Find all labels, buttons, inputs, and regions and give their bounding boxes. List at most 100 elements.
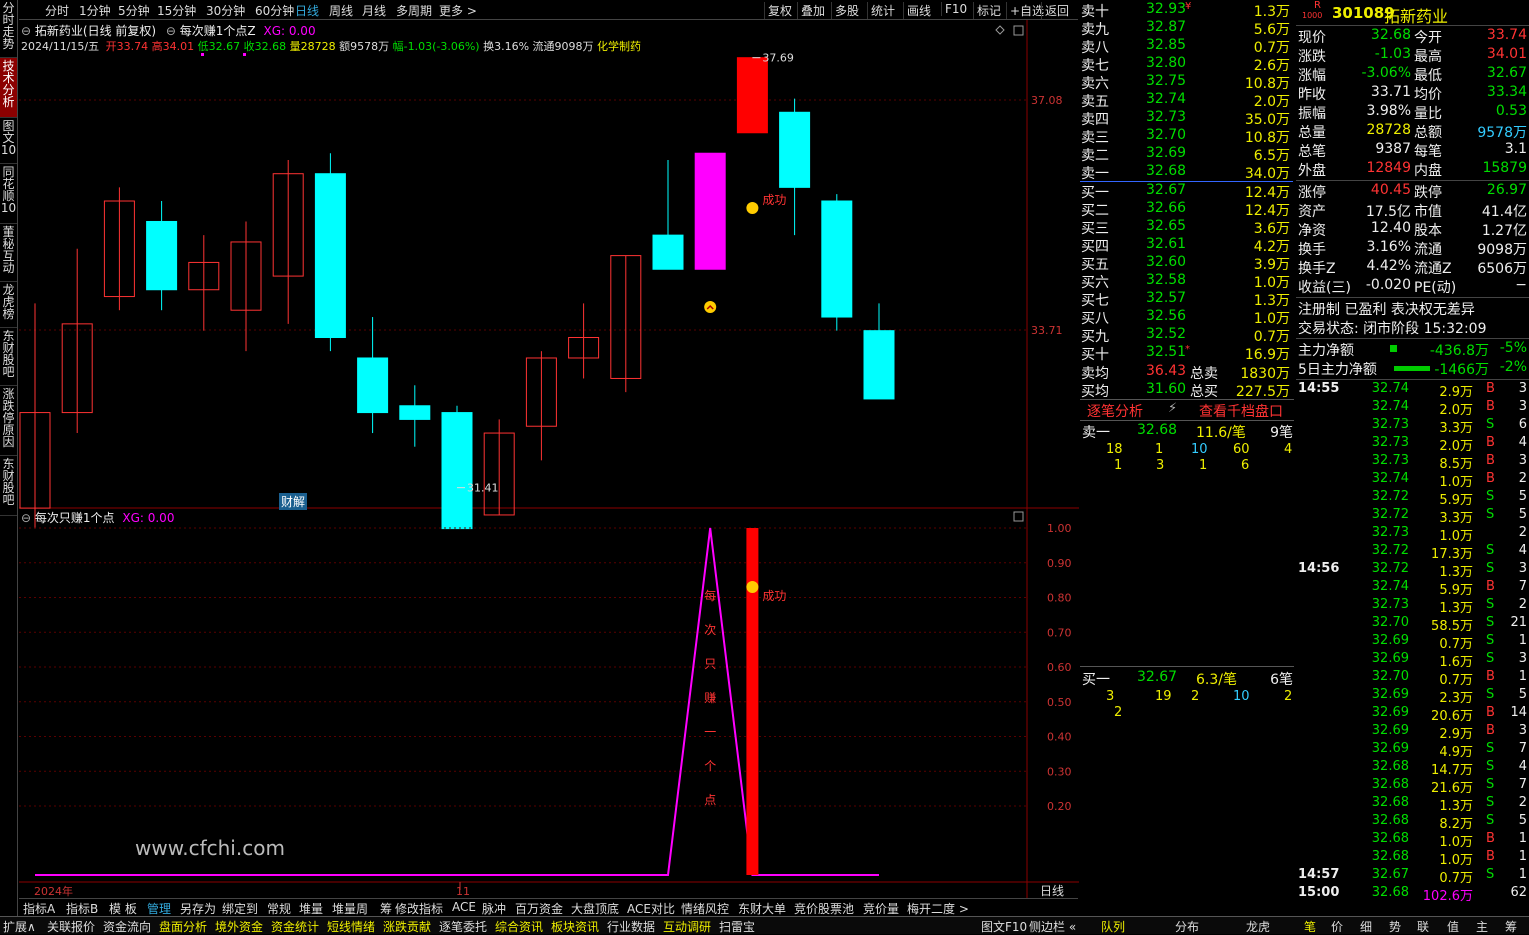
toolbar-button-6[interactable]: 标记 [973, 2, 1004, 19]
indicator-tab-10[interactable]: 修改指标 [395, 900, 443, 917]
tick-analysis-link[interactable]: 逐笔分析 [1087, 401, 1143, 421]
sell-row[interactable]: 卖七 32.80 2.6万 [1080, 55, 1293, 74]
status-link-8[interactable]: 逐笔委托 [439, 918, 487, 935]
indicator-tab-4[interactable]: 另存为 [180, 900, 216, 917]
period-tab-2[interactable]: 5分钟 [118, 2, 150, 19]
status-right-j[interactable]: 联 [1417, 918, 1429, 935]
indicator-tab-16[interactable]: 情绪风控 [681, 900, 729, 917]
status-link-4[interactable]: 境外资金 [215, 918, 263, 935]
status-link-6[interactable]: 短线情绪 [327, 918, 375, 935]
status-right-i[interactable]: 势 [1389, 918, 1401, 935]
toolbar-button-0[interactable]: 复权 [764, 2, 795, 19]
period-tab-5[interactable]: 60分钟 [255, 2, 294, 19]
sidebar-tab-8[interactable]: 东财股吧 [0, 456, 17, 516]
period-tab-7[interactable]: 周线 [329, 2, 353, 19]
kline-chart[interactable]: 37.08 33.71 37.69 31.41 成功 1.00 0.90 0.80 0.70 0.… [19, 20, 1079, 898]
period-tab-6[interactable]: 日线 [295, 2, 319, 19]
indicator-tab-8[interactable]: 堆量周 [332, 900, 368, 917]
period-tab-8[interactable]: 月线 [362, 2, 386, 19]
buy-row[interactable]: 买六 32.58 1.0万 [1080, 272, 1293, 291]
status-link-11[interactable]: 行业数据 [607, 918, 655, 935]
status-right-d[interactable]: 分布 [1175, 918, 1199, 935]
indicator-tab-13[interactable]: 百万资金 [515, 900, 563, 917]
period-tab-3[interactable]: 15分钟 [157, 2, 196, 19]
status-right-l[interactable]: 主 [1476, 918, 1488, 935]
status-right-b[interactable]: 侧边栏 « [1029, 918, 1076, 935]
period-tab-4[interactable]: 30分钟 [206, 2, 245, 19]
indicator-tab-20[interactable]: 梅开二度 > [907, 900, 969, 917]
status-link-1[interactable]: 关联报价 [47, 918, 95, 935]
status-link-12[interactable]: 互动调研 [663, 918, 711, 935]
sidebar-tab-5[interactable]: 龙虎榜 [0, 282, 17, 328]
buy-row[interactable]: 买八 32.56 1.0万 [1080, 308, 1293, 327]
sidebar-tab-6[interactable]: 东财股吧 [0, 328, 17, 386]
status-link-10[interactable]: 板块资讯 [551, 918, 599, 935]
period-tab-0[interactable]: 分时 [45, 2, 69, 19]
status-right-m[interactable]: 筹 [1505, 918, 1517, 935]
sidebar-tab-7[interactable]: 涨跌停原因 [0, 386, 17, 456]
indicator-tab-15[interactable]: ACE对比 [627, 900, 675, 917]
status-link-9[interactable]: 综合资讯 [495, 918, 543, 935]
sell-row[interactable]: 卖一 32.68 34.0万 [1080, 163, 1293, 182]
buy-row[interactable]: 买九 32.52 0.7万 [1080, 326, 1293, 345]
depth-1000-link[interactable]: 查看千档盘口 [1199, 401, 1283, 421]
buy-row[interactable]: 买七 32.57 1.3万 [1080, 290, 1293, 309]
status-right-e[interactable]: 龙虎 [1246, 918, 1270, 935]
indicator-tab-11[interactable]: ACE [452, 900, 476, 914]
indicator-tab-5[interactable]: 绑定到 [222, 900, 258, 917]
sell-row[interactable]: 卖八 32.85 0.7万 [1080, 37, 1293, 56]
indicator-tab-9[interactable]: 筹 [380, 900, 392, 917]
status-link-7[interactable]: 涨跌贡献 [383, 918, 431, 935]
sidebar-tab-4[interactable]: 董秘互动 [0, 224, 17, 282]
indicator-tab-12[interactable]: 脉冲 [482, 900, 506, 917]
toolbar-button-4[interactable]: 画线 [903, 2, 934, 19]
sidebar-tab-3[interactable]: 同花顺10 [0, 164, 17, 224]
indicator-tab-17[interactable]: 东财大单 [738, 900, 786, 917]
status-right-k[interactable]: 值 [1447, 918, 1459, 935]
indicator-tab-6[interactable]: 常规 [267, 900, 291, 917]
status-right-c[interactable]: 队列 [1101, 918, 1125, 935]
toolbar-button-5[interactable]: F10 [941, 2, 970, 16]
toolbar-button-8[interactable]: 返回 [1041, 2, 1072, 19]
period-tab-1[interactable]: 1分钟 [79, 2, 111, 19]
buy-row[interactable]: 买三 32.65 3.6万 [1080, 218, 1293, 237]
period-tab-9[interactable]: 多周期 [396, 2, 432, 19]
buy-row[interactable]: 买一 32.67 12.4万 [1080, 182, 1293, 201]
sell-row[interactable]: 卖十 32.93 ¥1.3万 [1080, 1, 1293, 20]
buy-row[interactable]: 买四 32.61 4.2万 [1080, 236, 1293, 255]
indicator-tab-0[interactable]: 指标A [23, 900, 55, 917]
status-right-h[interactable]: 细 [1360, 918, 1372, 935]
status-link-0[interactable]: 扩展∧ [3, 918, 36, 935]
lightning-icon[interactable]: ⚡ [1168, 401, 1177, 416]
sidebar-tab-2[interactable]: 图文10 [0, 118, 17, 164]
indicator-tab-2[interactable]: 模 板 [109, 900, 137, 917]
indicator-tab-18[interactable]: 竞价股票池 [794, 900, 854, 917]
status-right-g[interactable]: 价 [1331, 918, 1343, 935]
indicator-tab-19[interactable]: 竞价量 [863, 900, 899, 917]
toolbar-button-3[interactable]: 统计 [867, 2, 898, 19]
sidebar-tab-1[interactable]: 技术分析 [0, 58, 17, 118]
capital-flow-row[interactable]: 主力净额 -436.8万 -5% [1296, 340, 1529, 359]
indicator-tab-3[interactable]: 管理 [147, 900, 171, 917]
status-link-3[interactable]: 盘面分析 [159, 918, 207, 935]
toolbar-button-2[interactable]: 多股 [831, 2, 862, 19]
toolbar-button-1[interactable]: 叠加 [797, 2, 828, 19]
sidebar-tab-0[interactable]: 分时走势 [0, 0, 17, 58]
sell-row[interactable]: 卖九 32.87 5.6万 [1080, 19, 1293, 38]
indicator-tab-7[interactable]: 堆量 [299, 900, 323, 917]
buy-row[interactable]: 买十 32.51 * 16.9万 [1080, 344, 1293, 363]
capital-flow-row[interactable]: 5日主力净额 -1466万 -2% [1296, 359, 1529, 378]
sell-row[interactable]: 卖三 32.70 10.8万 [1080, 127, 1293, 146]
status-right-f[interactable]: 笔 [1304, 918, 1316, 935]
status-right-a[interactable]: 图文F10 [981, 918, 1027, 935]
indicator-tab-1[interactable]: 指标B [66, 900, 98, 917]
sell-row[interactable]: 卖六 32.75 10.8万 [1080, 73, 1293, 92]
collapse-icon[interactable]: ⊖ [21, 511, 31, 525]
sell-row[interactable]: 卖四 32.73 35.0万 [1080, 109, 1293, 128]
sell-row[interactable]: 卖五 32.74 2.0万 [1080, 91, 1293, 110]
period-tab-10[interactable]: 更多 > [439, 2, 477, 19]
status-link-5[interactable]: 资金统计 [271, 918, 319, 935]
caijie-badge[interactable]: 财解 [279, 493, 308, 510]
buy-row[interactable]: 买二 32.66 12.4万 [1080, 200, 1293, 219]
indicator-tab-14[interactable]: 大盘顶底 [571, 900, 619, 917]
